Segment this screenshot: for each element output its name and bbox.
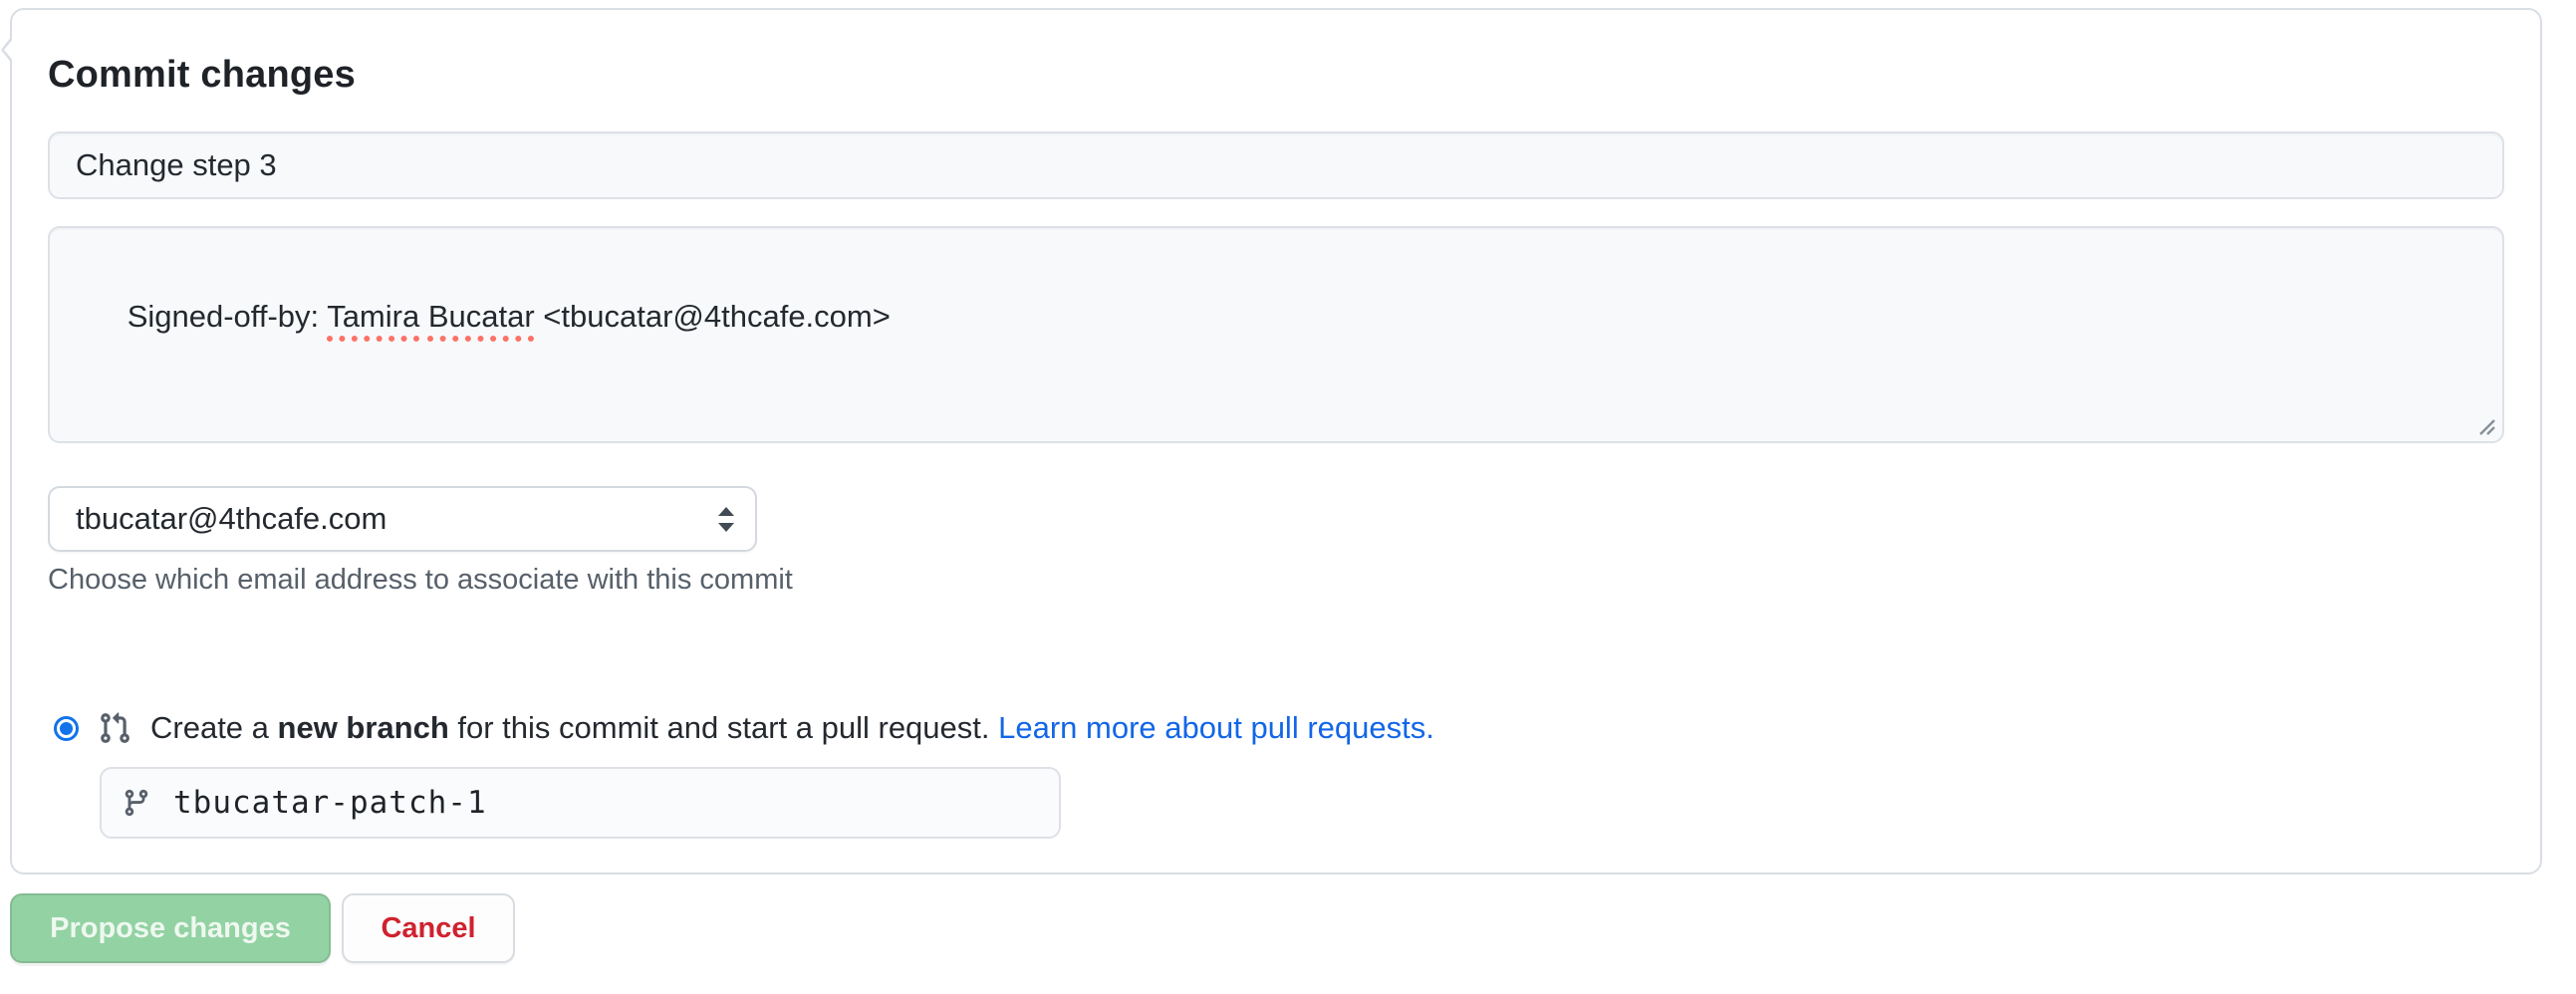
email-select-value: tbucatar@4thcafe.com: [76, 501, 386, 537]
new-branch-label: Create a new branch for this commit and …: [150, 710, 1434, 746]
commit-description-textarea[interactable]: Signed-off-by: Tamira Bucatar <tbucatar@…: [48, 226, 2504, 443]
commit-form-card: Commit changes Signed-off-by: Tamira Buc…: [10, 8, 2542, 874]
unfold-arrows-icon: [717, 506, 735, 533]
description-text: <tbucatar@4thcafe.com>: [535, 299, 891, 334]
label-text: for this commit and start a pull request…: [449, 710, 998, 745]
card-caret: [4, 38, 14, 62]
git-branch-icon: [122, 788, 151, 818]
propose-changes-button[interactable]: Propose changes: [10, 893, 331, 963]
branch-name-field: [100, 767, 1061, 839]
learn-more-link[interactable]: Learn more about pull requests.: [998, 710, 1434, 745]
label-bold-text: new branch: [278, 710, 449, 745]
misspelled-word: Bucatar: [428, 299, 535, 334]
description-text: Signed-off-by:: [128, 299, 328, 334]
email-select[interactable]: tbucatar@4thcafe.com: [48, 486, 757, 552]
resize-handle-icon[interactable]: [2475, 415, 2497, 437]
cancel-button[interactable]: Cancel: [342, 893, 515, 963]
email-helper-text: Choose which email address to associate …: [48, 564, 793, 597]
description-text: [419, 299, 428, 334]
label-text: Create a: [150, 710, 278, 745]
git-pull-request-icon: [98, 711, 131, 745]
new-branch-option-row: Create a new branch for this commit and …: [48, 696, 1434, 760]
commit-summary-input[interactable]: [48, 131, 2504, 199]
new-branch-radio[interactable]: [54, 716, 79, 741]
commit-changes-page: Commit changes Signed-off-by: Tamira Buc…: [0, 0, 2576, 994]
page-title: Commit changes: [48, 54, 356, 97]
misspelled-word: Tamira: [327, 299, 419, 334]
branch-name-input[interactable]: [173, 785, 1039, 821]
